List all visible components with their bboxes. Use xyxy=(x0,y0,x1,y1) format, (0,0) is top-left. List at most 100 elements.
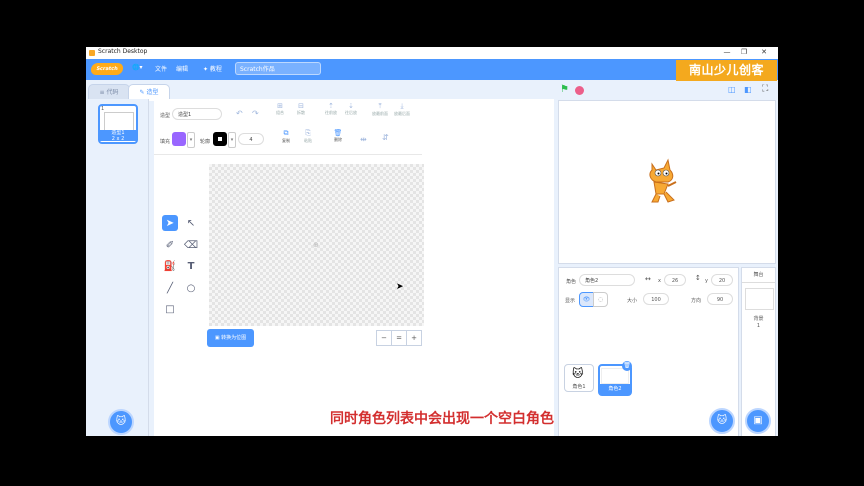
brush-tool-icon[interactable]: ✐ xyxy=(162,237,178,253)
show-visible-icon[interactable]: 👁 xyxy=(579,292,594,307)
undo-icon[interactable]: ↶ xyxy=(236,109,243,118)
sprite-name-input[interactable]: 角色2 xyxy=(579,274,635,286)
copy-button[interactable]: ⧉ 复制 xyxy=(276,129,298,144)
outline-width-input[interactable]: 4 xyxy=(238,133,264,145)
paint-canvas[interactable]: ⊕ ➤ xyxy=(209,164,424,326)
costume-thumbnail xyxy=(104,112,134,131)
menu-bar: Scratch 🌐▾ 文件 编辑 ✦ 教程 Scratch作品 xyxy=(86,59,778,80)
front-label: 放最前面 xyxy=(372,111,388,116)
flip-vertical-icon[interactable]: ⇵ xyxy=(382,133,389,142)
sprite-name-label: 角色 xyxy=(566,279,577,285)
circle-tool-icon[interactable]: ○ xyxy=(183,280,199,296)
fill-label: 填充 xyxy=(160,139,171,145)
paste-button[interactable]: ⎘ 粘贴 xyxy=(298,129,320,144)
maximize-button[interactable]: ❐ xyxy=(737,48,751,56)
copy-icon: ⧉ xyxy=(283,129,289,137)
choose-backdrop-button[interactable]: ▣ xyxy=(745,408,771,434)
scratch-logo[interactable]: Scratch xyxy=(90,63,124,75)
small-stage-icon[interactable]: ◫ xyxy=(728,85,736,94)
ungroup-button[interactable]: ⊟ 拆散 xyxy=(291,102,313,116)
back-label: 放最后面 xyxy=(394,111,410,116)
backward-button[interactable]: ⇣ 往后放 xyxy=(341,102,363,116)
eraser-tool-icon[interactable]: ⌫ xyxy=(183,237,199,253)
fill-dropdown-icon[interactable]: ▾ xyxy=(187,132,195,148)
convert-to-bitmap-button[interactable]: ▣ 转换为位图 xyxy=(207,329,254,347)
outline-label: 轮廓 xyxy=(200,139,211,145)
project-title-input[interactable]: Scratch作品 xyxy=(235,62,321,75)
sprite-thumb[interactable]: 🐱 角色1 xyxy=(564,364,594,392)
scratch-window: Scratch Desktop — ❐ ✕ Scratch 🌐▾ 文件 编辑 ✦… xyxy=(86,47,778,436)
ungroup-label: 拆散 xyxy=(297,110,305,115)
sprite-thumb-name: 角色2 xyxy=(600,384,630,394)
edit-menu[interactable]: 编辑 xyxy=(176,64,188,73)
reshape-tool-icon[interactable]: ↖ xyxy=(183,215,199,231)
direction-input[interactable]: 90 xyxy=(707,293,733,305)
outline-dropdown-icon[interactable]: ▾ xyxy=(228,132,236,148)
stop-icon[interactable] xyxy=(575,86,584,95)
size-input[interactable]: 100 xyxy=(643,293,669,305)
window-title: Scratch Desktop xyxy=(98,48,148,55)
fill-tool-icon[interactable]: ⛽ xyxy=(162,258,178,274)
select-tool-icon[interactable]: ➤ xyxy=(162,215,178,231)
green-flag-icon[interactable]: ⚑ xyxy=(560,84,569,95)
size-label: 大小 xyxy=(627,298,638,304)
delete-label: 删除 xyxy=(334,137,342,142)
video-subtitle: 同时角色列表中会出现一个空白角色 xyxy=(330,411,554,427)
fullscreen-icon[interactable]: ⛶ xyxy=(762,84,768,94)
tab-costumes-label: 造型 xyxy=(146,89,159,96)
costume-name-input[interactable]: 造型1 xyxy=(172,108,222,120)
paste-icon: ⎘ xyxy=(305,129,311,137)
line-tool-icon[interactable]: ╱ xyxy=(162,280,178,296)
mouse-cursor-icon: ➤ xyxy=(396,282,404,292)
globe-menu[interactable]: 🌐▾ xyxy=(132,64,142,71)
outline-color-swatch[interactable] xyxy=(213,132,227,146)
y-input[interactable]: 20 xyxy=(711,274,733,286)
zoom-reset-button[interactable]: = xyxy=(391,330,407,346)
costume-item[interactable]: 1 造型1 2 x 2 xyxy=(98,104,138,144)
sprite-thumb-name: 角色1 xyxy=(572,384,586,390)
fill-color-swatch[interactable] xyxy=(172,132,186,146)
costume-size: 2 x 2 xyxy=(111,136,125,142)
stage-thumbnail xyxy=(745,288,774,310)
direction-label: 方向 xyxy=(691,298,702,304)
copy-label: 复制 xyxy=(282,138,290,143)
file-menu[interactable]: 文件 xyxy=(155,64,167,73)
x-arrow-icon: ↔ xyxy=(645,275,651,283)
back-button[interactable]: ⤓ 放最后面 xyxy=(392,102,414,117)
backdrops-count: 1 xyxy=(756,323,761,329)
app-icon xyxy=(89,50,95,56)
canvas-center-marker: ⊕ xyxy=(313,241,319,249)
tutorial-menu[interactable]: ✦ 教程 xyxy=(203,64,222,73)
x-label: x xyxy=(658,278,661,284)
front-button[interactable]: ⤒ 放最前面 xyxy=(370,102,392,117)
show-label: 显示 xyxy=(565,298,576,304)
zoom-in-button[interactable]: + xyxy=(406,330,422,346)
costume-list xyxy=(86,99,149,436)
stage-canvas[interactable] xyxy=(558,100,776,264)
tab-code[interactable]: ≡ 代码 xyxy=(88,84,130,100)
back-icon: ⤓ xyxy=(400,102,404,110)
ungroup-icon: ⊟ xyxy=(298,102,304,110)
minimize-button[interactable]: — xyxy=(720,48,734,56)
toolbar-divider xyxy=(154,154,422,155)
large-stage-icon[interactable]: ◧ xyxy=(744,85,752,94)
forward-icon: ⇡ xyxy=(328,102,334,110)
delete-sprite-icon[interactable]: 🗑 xyxy=(622,361,632,371)
close-button[interactable]: ✕ xyxy=(757,48,771,56)
text-tool-icon[interactable]: T xyxy=(183,258,199,274)
rectangle-tool-icon[interactable]: □ xyxy=(162,301,178,317)
watermark-banner: 南山少儿创客 xyxy=(676,60,777,81)
x-input[interactable]: 26 xyxy=(664,274,686,286)
paste-label: 粘贴 xyxy=(304,138,312,143)
redo-icon[interactable]: ↷ xyxy=(252,109,259,118)
stage-panel[interactable]: 舞台 背景 1 ▣ xyxy=(741,267,776,436)
flip-horizontal-icon[interactable]: ⇹ xyxy=(360,135,367,144)
cat-icon: 🐱 xyxy=(716,415,728,426)
show-hidden-icon[interactable]: ◌ xyxy=(593,292,608,307)
y-arrow-icon: ↕ xyxy=(695,274,701,282)
costume-name-label: 造型 xyxy=(160,113,171,119)
backdrops-label: 背景 xyxy=(753,316,764,322)
delete-button[interactable]: 🗑 删除 xyxy=(328,129,350,143)
zoom-out-button[interactable]: − xyxy=(376,330,392,346)
choose-sprite-button[interactable]: 🐱 xyxy=(709,408,735,434)
